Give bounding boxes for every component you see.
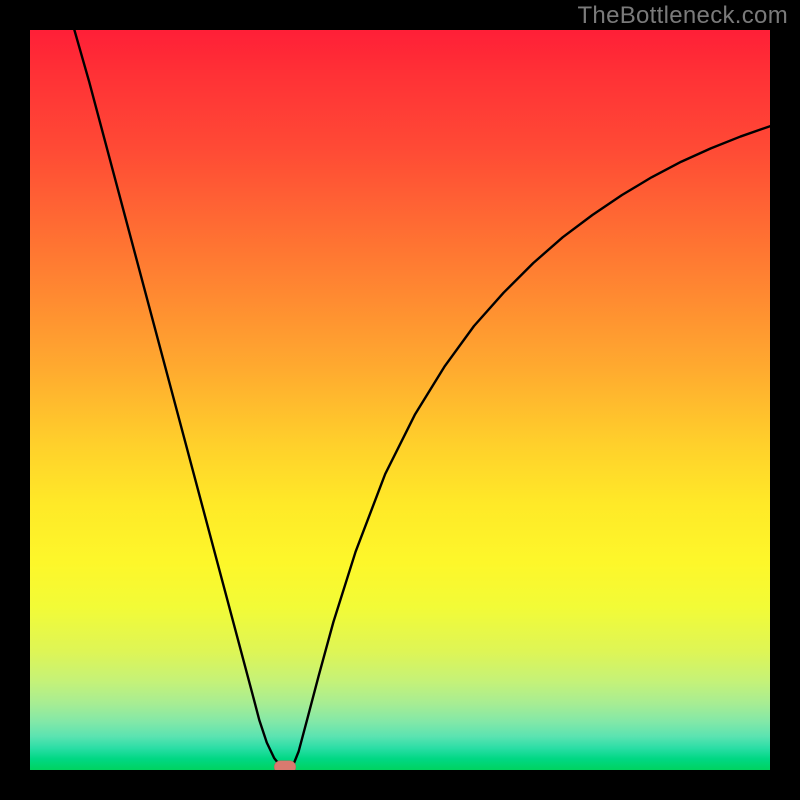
- chart-frame: TheBottleneck.com: [0, 0, 800, 800]
- curve-layer: [30, 30, 770, 770]
- watermark-text: TheBottleneck.com: [577, 2, 788, 30]
- bottleneck-curve: [74, 30, 770, 770]
- optimal-marker: [274, 761, 296, 771]
- plot-area: [30, 30, 770, 770]
